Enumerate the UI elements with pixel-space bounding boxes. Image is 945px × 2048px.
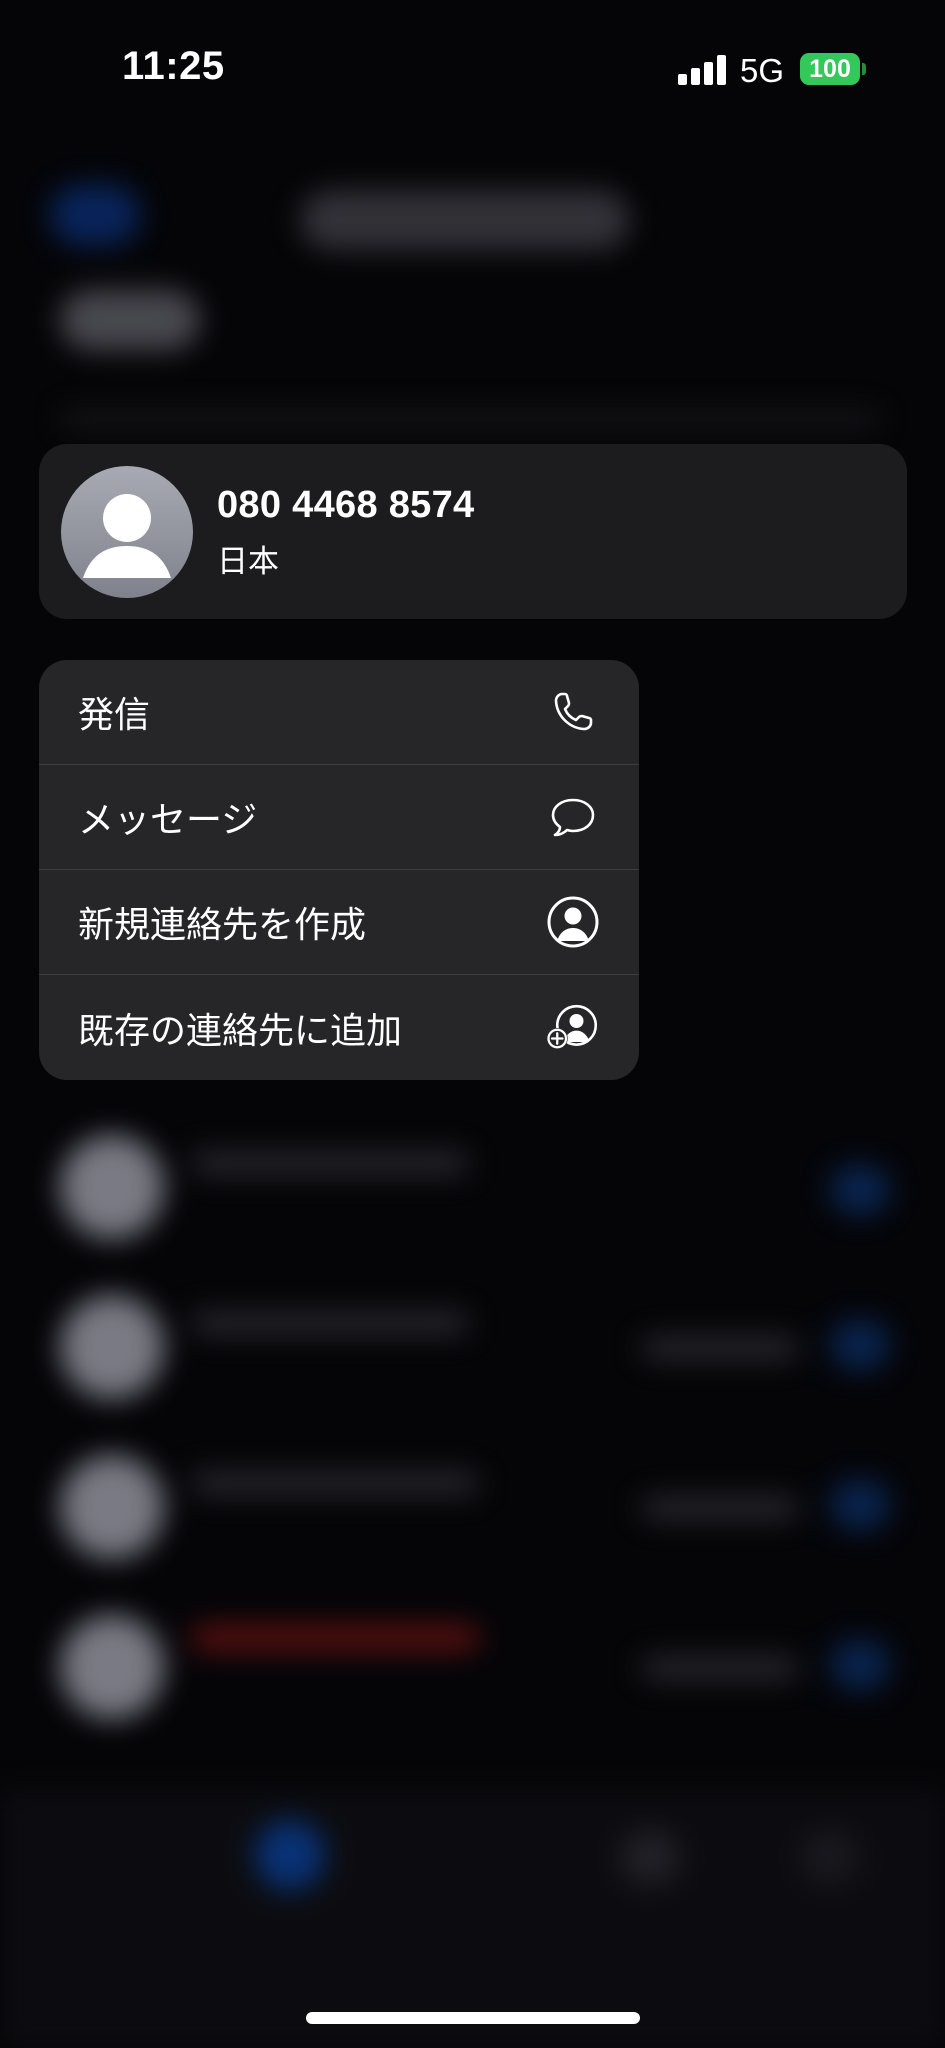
bg-info-dot (830, 1320, 890, 1370)
bg-avatar (60, 1455, 164, 1559)
home-indicator[interactable] (306, 2012, 640, 2024)
bg-line (640, 1495, 800, 1521)
person-silhouette-icon (61, 466, 193, 598)
bg-tab-icon (800, 1830, 860, 1885)
menu-item-add-to-existing[interactable]: 既存の連絡先に追加 (39, 975, 639, 1080)
status-bar: 11:25 5G 100 (0, 0, 945, 140)
bg-tab-bar (0, 1790, 945, 2048)
menu-item-call[interactable]: 発信 (39, 660, 639, 765)
menu-item-label: メッセージ (78, 799, 258, 840)
context-menu: 発信 メッセージ 新規連絡先を作成 既存の連絡先に追加 (39, 660, 639, 1080)
bg-title (60, 290, 200, 350)
network-type: 5G (740, 52, 785, 89)
person-add-icon (545, 1000, 601, 1056)
bg-line (640, 1655, 800, 1681)
menu-item-label: 発信 (78, 694, 151, 735)
person-circle-icon (545, 894, 601, 950)
bg-info-dot (830, 1480, 890, 1530)
bg-divider (60, 410, 880, 428)
contact-region: 日本 (217, 544, 279, 579)
bg-avatar (60, 1295, 164, 1399)
menu-item-message[interactable]: メッセージ (39, 765, 639, 870)
phone-icon (545, 684, 601, 740)
bg-tab-icon-active (255, 1820, 325, 1890)
bg-line (190, 1470, 480, 1496)
menu-item-label: 新規連絡先を作成 (78, 904, 367, 945)
bg-segment-control (300, 190, 630, 250)
battery-tip (862, 63, 866, 75)
cellular-signal-icon (678, 55, 726, 85)
battery-level: 100 (809, 54, 851, 83)
bg-line (190, 1625, 480, 1651)
bg-line (190, 1150, 470, 1176)
battery-icon: 100 (800, 53, 860, 85)
bg-line (640, 1335, 800, 1361)
bg-info-dot (830, 1640, 890, 1690)
bg-avatar (60, 1135, 164, 1239)
message-bubble-icon (545, 789, 601, 845)
menu-item-create-contact[interactable]: 新規連絡先を作成 (39, 870, 639, 975)
bg-avatar (60, 1615, 164, 1719)
bg-info-dot (830, 1165, 890, 1215)
bg-tab-icon (620, 1830, 680, 1885)
contact-preview-card: 080 4468 8574 日本 (39, 444, 907, 619)
bg-line (190, 1310, 470, 1336)
contact-phone-number: 080 4468 8574 (217, 484, 475, 526)
status-time: 11:25 (122, 44, 225, 88)
menu-item-label: 既存の連絡先に追加 (78, 1009, 403, 1051)
bg-back-button (50, 185, 140, 245)
